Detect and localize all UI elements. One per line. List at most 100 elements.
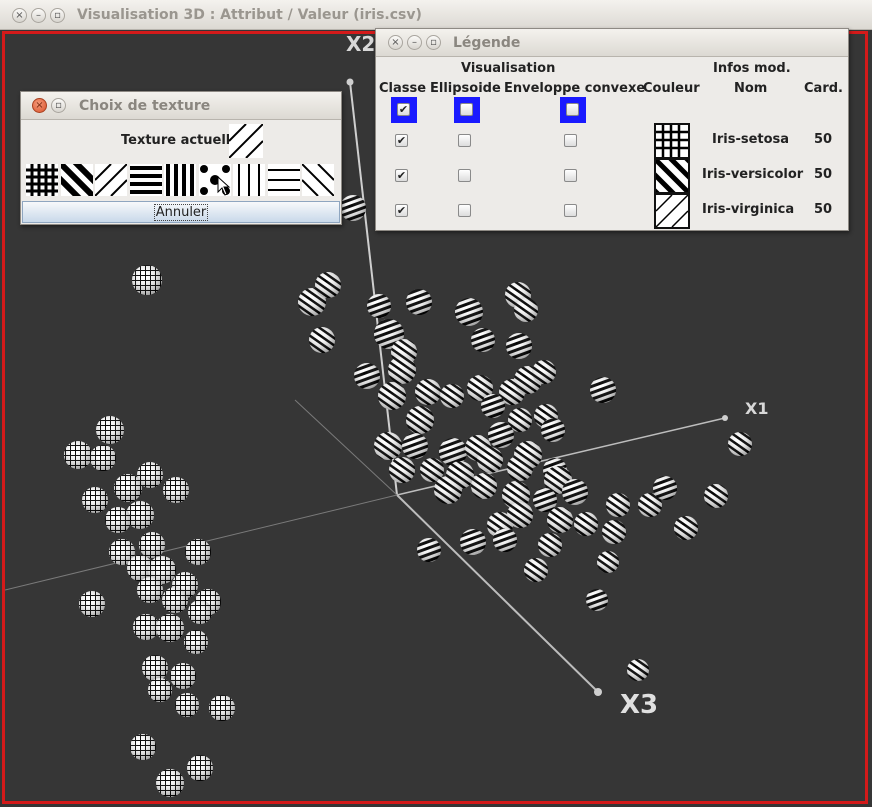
- data-sphere[interactable]: [493, 528, 517, 552]
- data-sphere[interactable]: [184, 630, 208, 654]
- data-sphere[interactable]: [156, 614, 184, 642]
- legend-titlebar[interactable]: × – ▫ Légende: [376, 29, 848, 57]
- data-sphere[interactable]: [137, 577, 163, 603]
- data-sphere[interactable]: [156, 769, 184, 797]
- cancel-button[interactable]: Annuler: [22, 201, 340, 223]
- data-sphere[interactable]: [506, 333, 532, 359]
- texture-titlebar[interactable]: × ▫ Choix de texture: [21, 92, 341, 120]
- classe-checkbox[interactable]: ✔: [395, 134, 408, 147]
- horizontal-lines-icon[interactable]: [129, 164, 162, 196]
- maximize-icon[interactable]: ▫: [51, 98, 66, 113]
- data-sphere[interactable]: [597, 551, 619, 573]
- data-sphere[interactable]: [406, 289, 432, 315]
- checkbox[interactable]: ✔: [397, 103, 410, 116]
- data-sphere[interactable]: [139, 532, 165, 558]
- classe-all-toggle[interactable]: ✔: [391, 97, 417, 123]
- data-sphere[interactable]: [602, 520, 626, 544]
- data-sphere[interactable]: [606, 493, 630, 517]
- data-sphere[interactable]: [130, 734, 156, 760]
- checkbox[interactable]: [566, 103, 579, 116]
- data-sphere[interactable]: [674, 516, 698, 540]
- data-sphere[interactable]: [471, 328, 495, 352]
- maximize-icon[interactable]: ▫: [426, 35, 441, 50]
- data-sphere[interactable]: [562, 479, 588, 505]
- data-sphere[interactable]: [455, 298, 483, 326]
- checkbox[interactable]: [460, 103, 473, 116]
- data-sphere[interactable]: [132, 265, 162, 295]
- data-sphere[interactable]: [137, 462, 163, 488]
- data-sphere[interactable]: [79, 591, 105, 617]
- data-sphere[interactable]: [434, 476, 462, 504]
- ellipsoide-checkbox[interactable]: [458, 204, 471, 217]
- thin-diagonal-icon[interactable]: [94, 163, 128, 197]
- data-sphere[interactable]: [388, 356, 416, 384]
- data-sphere[interactable]: [175, 693, 199, 717]
- data-sphere[interactable]: [728, 432, 752, 456]
- thin-vertical-icon[interactable]: [233, 164, 265, 196]
- data-sphere[interactable]: [481, 394, 505, 418]
- vertical-lines-icon[interactable]: [164, 164, 196, 196]
- data-sphere[interactable]: [187, 755, 213, 781]
- data-sphere[interactable]: [374, 432, 402, 460]
- data-sphere[interactable]: [96, 416, 124, 444]
- data-sphere[interactable]: [590, 377, 616, 403]
- data-sphere[interactable]: [477, 447, 503, 473]
- data-sphere[interactable]: [389, 457, 415, 483]
- ellipsoide-checkbox[interactable]: [458, 169, 471, 182]
- data-sphere[interactable]: [105, 507, 131, 533]
- data-sphere[interactable]: [126, 501, 154, 529]
- data-sphere[interactable]: [340, 195, 366, 221]
- data-sphere[interactable]: [163, 477, 189, 503]
- data-sphere[interactable]: [148, 678, 172, 702]
- data-sphere[interactable]: [653, 476, 677, 500]
- enveloppe-checkbox[interactable]: [564, 169, 577, 182]
- data-sphere[interactable]: [402, 433, 428, 459]
- data-sphere[interactable]: [209, 695, 235, 721]
- data-sphere[interactable]: [538, 533, 562, 557]
- data-sphere[interactable]: [90, 445, 116, 471]
- data-sphere[interactable]: [82, 487, 108, 513]
- color-swatch-grid[interactable]: [654, 123, 690, 159]
- enveloppe-all-toggle[interactable]: [560, 97, 586, 123]
- data-sphere[interactable]: [541, 418, 565, 442]
- data-sphere[interactable]: [532, 360, 556, 384]
- data-sphere[interactable]: [547, 507, 573, 533]
- data-sphere[interactable]: [142, 655, 168, 681]
- data-sphere[interactable]: [533, 488, 557, 512]
- data-sphere[interactable]: [162, 587, 188, 613]
- enveloppe-checkbox[interactable]: [564, 204, 577, 217]
- data-sphere[interactable]: [133, 614, 159, 640]
- grid-icon[interactable]: [26, 164, 58, 196]
- main-titlebar[interactable]: × – ▫ Visualisation 3D : Attribut / Vale…: [0, 0, 872, 30]
- data-sphere[interactable]: [586, 589, 608, 611]
- close-icon[interactable]: ×: [12, 8, 27, 23]
- classe-checkbox[interactable]: ✔: [395, 169, 408, 182]
- data-sphere[interactable]: [460, 529, 486, 555]
- data-sphere[interactable]: [315, 272, 341, 298]
- data-sphere[interactable]: [378, 382, 406, 410]
- close-icon[interactable]: ×: [32, 98, 47, 113]
- classe-checkbox[interactable]: ✔: [395, 204, 408, 217]
- ellipsoide-all-toggle[interactable]: [454, 97, 480, 123]
- data-sphere[interactable]: [507, 502, 533, 528]
- data-sphere[interactable]: [507, 455, 533, 481]
- data-sphere[interactable]: [185, 539, 211, 565]
- ellipsoide-checkbox[interactable]: [458, 134, 471, 147]
- data-sphere[interactable]: [471, 473, 497, 499]
- thick-diagonal-icon[interactable]: [50, 153, 103, 207]
- data-sphere[interactable]: [704, 484, 728, 508]
- thin-horizontal-icon[interactable]: [267, 164, 300, 196]
- data-sphere[interactable]: [574, 512, 598, 536]
- data-sphere[interactable]: [627, 659, 649, 681]
- data-sphere[interactable]: [524, 558, 548, 582]
- anti-diagonal-icon[interactable]: [301, 163, 335, 197]
- data-sphere[interactable]: [514, 298, 538, 322]
- data-sphere[interactable]: [170, 663, 196, 689]
- data-sphere[interactable]: [415, 379, 441, 405]
- data-sphere[interactable]: [367, 294, 391, 318]
- maximize-icon[interactable]: ▫: [50, 8, 65, 23]
- data-sphere[interactable]: [488, 422, 514, 448]
- data-sphere[interactable]: [417, 538, 441, 562]
- color-swatch-diagonal[interactable]: [654, 193, 690, 229]
- data-sphere[interactable]: [354, 363, 380, 389]
